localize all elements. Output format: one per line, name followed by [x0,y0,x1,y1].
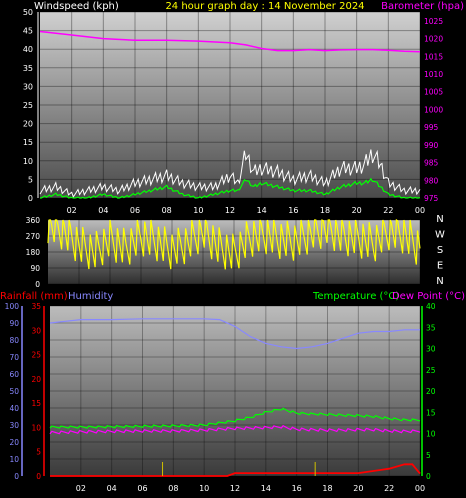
hour-tick-label: 06 [130,206,140,215]
temperature-tick-label: 35 [426,323,436,332]
hour-tick-label: 20 [353,484,363,493]
hour-tick-label: 08 [168,484,178,493]
dewpoint-axis-label: Dew Point (°C) [392,291,465,302]
hour-tick-label: 14 [257,206,267,215]
hour-tick-label: 16 [292,484,302,493]
barometer-tick-label: 995 [424,123,439,132]
barometer-tick-label: 980 [424,176,439,185]
weather-24h-graph: 0510152025303540455097598098599099510001… [0,1,465,493]
windspeed-tick-label: 30 [23,82,33,91]
hour-tick-label: 00 [415,484,425,493]
hour-tick-label: 22 [384,484,394,493]
humidity-tick-label: 30 [9,421,19,430]
humidity-tick-label: 90 [9,319,19,328]
windspeed-tick-label: 35 [23,64,33,73]
rainfall-tick-label: 10 [31,423,41,432]
barometer-tick-label: 1010 [424,70,443,79]
hour-tick-label: 16 [288,206,298,215]
barometer-tick-label: 1015 [424,52,443,61]
compass-label: W [435,230,445,241]
direction-tick-label: 0 [35,280,40,289]
humidity-tick-label: 70 [9,353,19,362]
barometer-axis-label: Barometer (hpa) [381,1,464,12]
barometer-tick-label: 1020 [424,35,443,44]
hour-tick-label: 18 [320,206,330,215]
temperature-axis-label: Temperature (°C) [312,291,399,302]
hour-tick-label: 12 [225,206,235,215]
windspeed-tick-label: 20 [23,120,33,129]
humidity-tick-label: 100 [5,302,20,311]
temperature-tick-label: 40 [426,302,436,311]
humidity-tick-label: 20 [9,438,19,447]
rainfall-tick-label: 20 [31,375,41,384]
compass-label: E [437,261,443,272]
humidity-axis-label: Humidity [68,291,113,302]
humidity-tick-label: 0 [14,472,19,481]
hour-tick-label: 08 [162,206,172,215]
graph-title: 24 hour graph day : 14 November 2024 [165,1,364,12]
windspeed-tick-label: 10 [23,157,33,166]
barometer-tick-label: 1000 [424,105,443,114]
hour-tick-label: 04 [98,206,108,215]
windspeed-tick-label: 50 [23,8,33,17]
hour-tick-label: 20 [352,206,362,215]
hour-tick-label: 22 [383,206,393,215]
direction-tick-label: 180 [26,248,41,257]
barometer-tick-label: 985 [424,159,439,168]
rainfall-tick-label: 35 [31,302,41,311]
barometer-tick-label: 990 [424,141,439,150]
hour-tick-label: 10 [199,484,209,493]
compass-label: N [436,214,443,225]
rainfall-tick-label: 5 [36,448,41,457]
humidity-tick-label: 10 [9,455,19,464]
rainfall-tick-label: 30 [31,326,41,335]
compass-label: N [436,276,443,287]
direction-tick-label: 360 [26,216,41,225]
hour-tick-label: 02 [76,484,86,493]
windspeed-axis-label: Windspeed (kph) [34,1,119,12]
hour-tick-label: 14 [261,484,271,493]
rainfall-tick-label: 15 [31,399,41,408]
barometer-tick-label: 975 [424,194,439,203]
compass-label: S [437,245,443,256]
barometer-tick-label: 1025 [424,17,443,26]
windspeed-tick-label: 15 [23,138,33,147]
humidity-tick-label: 50 [9,387,19,396]
temperature-tick-label: 0 [426,472,431,481]
rainfall-tick-label: 0 [36,472,41,481]
temperature-tick-label: 20 [426,387,436,396]
windspeed-tick-label: 40 [23,45,33,54]
humidity-tick-label: 40 [9,404,19,413]
direction-tick-label: 90 [30,264,40,273]
temperature-tick-label: 15 [426,408,436,417]
direction-tick-label: 270 [26,232,41,241]
windspeed-tick-label: 45 [23,27,33,36]
temperature-tick-label: 30 [426,345,436,354]
humidity-tick-label: 80 [9,336,19,345]
temperature-tick-label: 10 [426,430,436,439]
hour-tick-label: 18 [322,484,332,493]
barometer-tick-label: 1005 [424,88,443,97]
hour-tick-label: 02 [67,206,77,215]
hour-tick-label: 12 [230,484,240,493]
humidity-tick-label: 60 [9,370,19,379]
windspeed-tick-label: 25 [23,101,33,110]
rainfall-axis-label: Rainfall (mm) [0,291,68,302]
rainfall-tick-label: 25 [31,351,41,360]
hour-tick-label: 10 [193,206,203,215]
temperature-tick-label: 5 [426,451,431,460]
hour-tick-label: 06 [137,484,147,493]
hour-tick-label: 00 [415,206,425,215]
hour-tick-label: 04 [107,484,117,493]
windspeed-tick-label: 5 [28,175,33,184]
temperature-tick-label: 25 [426,366,436,375]
windspeed-tick-label: 0 [28,194,33,203]
